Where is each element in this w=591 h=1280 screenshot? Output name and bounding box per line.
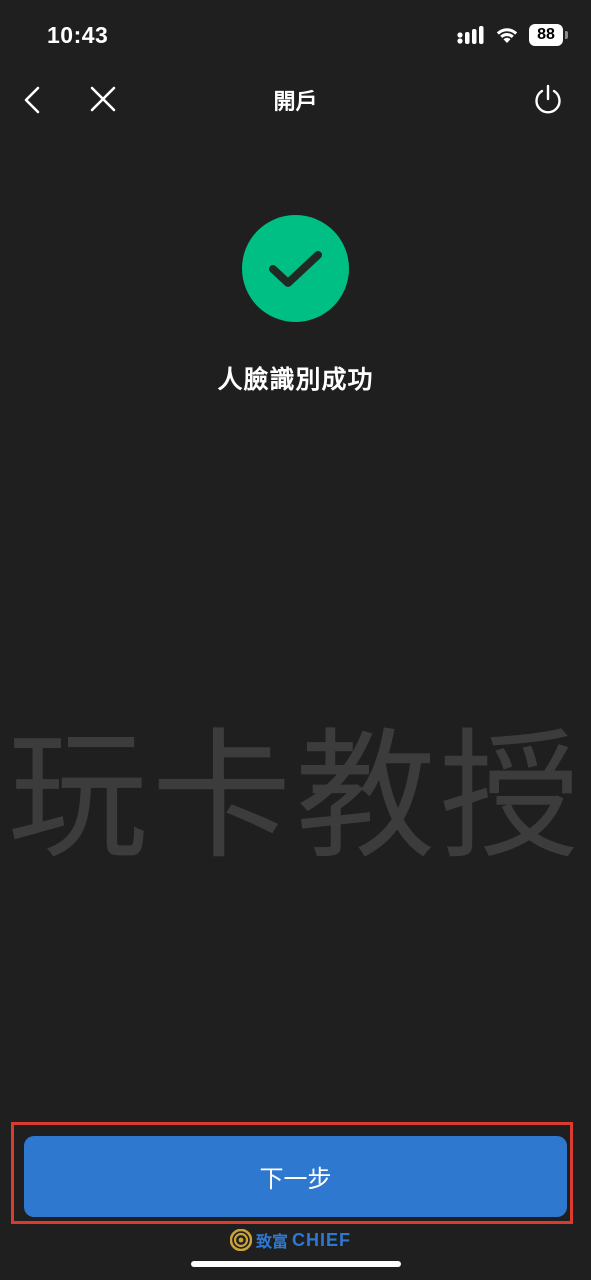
brand-name-en: CHIEF (292, 1229, 352, 1250)
success-badge (242, 215, 349, 322)
status-time: 10:43 (47, 22, 109, 48)
battery-icon: 88 (529, 24, 568, 46)
next-step-button[interactable]: 下一步 (24, 1136, 567, 1217)
power-icon (535, 84, 561, 114)
wifi-icon (496, 28, 518, 43)
status-bar: 10:43 88 (0, 0, 591, 74)
power-button[interactable] (531, 82, 565, 118)
check-icon (269, 251, 322, 287)
home-indicator[interactable] (191, 1261, 401, 1267)
success-message: 人臉識別成功 (217, 365, 374, 394)
brand-logo: 致富 CHIEF (230, 1227, 351, 1253)
brand-swirl-icon (230, 1229, 252, 1251)
cellular-signal-icon (457, 26, 484, 44)
nav-bar: 開戶 (0, 74, 591, 126)
battery-level: 88 (537, 26, 555, 43)
watermark: 玩卡教授 (7, 716, 584, 879)
status-icons: 88 (457, 24, 568, 46)
page-title: 開戶 (273, 90, 318, 115)
brand-name-zh: 致富 (256, 1232, 289, 1251)
